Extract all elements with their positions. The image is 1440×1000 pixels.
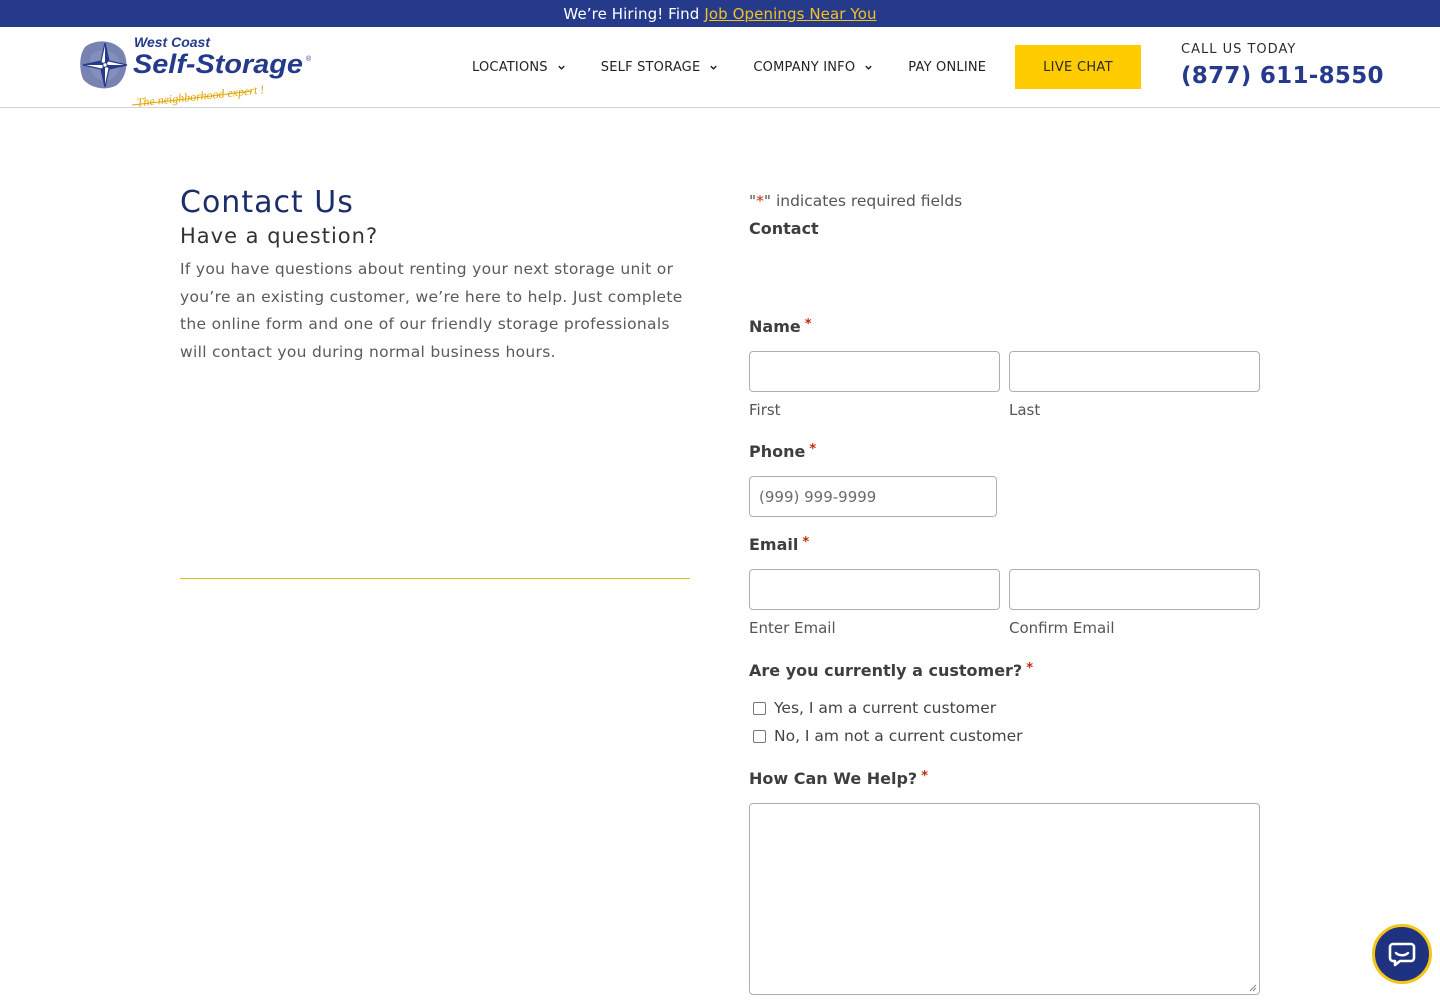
contact-form: "*" indicates required fields Contact Na…	[749, 0, 1261, 1000]
confirm-email-input[interactable]	[1009, 569, 1260, 610]
name-label: Name *	[749, 317, 812, 336]
intro-paragraph: If you have questions about renting your…	[180, 260, 683, 361]
hiring-banner-text: We’re Hiring! Find	[563, 4, 700, 23]
required-note-text: " indicates required fields	[763, 192, 963, 210]
page-title: Contact Us	[180, 185, 354, 220]
required-star: *	[809, 442, 817, 457]
svg-text:®: ®	[306, 55, 312, 63]
form-title: Contact	[749, 219, 819, 238]
customer-yes-option[interactable]: Yes, I am a current customer	[753, 699, 996, 717]
phone-input[interactable]	[749, 476, 997, 517]
name-label-text: Name	[749, 317, 801, 336]
required-note-star: *	[756, 192, 764, 210]
logo-line2: Self-Storage	[133, 49, 303, 79]
logo[interactable]: West Coast Self-Storage ® The neighborho…	[80, 31, 312, 110]
first-name-input[interactable]	[749, 351, 1000, 392]
nav-self-storage-label: SELF STORAGE	[600, 59, 701, 75]
customer-no-option[interactable]: No, I am not a current customer	[753, 727, 1023, 745]
last-name-sublabel: Last	[1009, 401, 1041, 419]
logo-tagline: The neighborhood expert !	[136, 82, 265, 107]
last-name-input[interactable]	[1009, 351, 1260, 392]
enter-email-sublabel: Enter Email	[749, 619, 836, 637]
customer-question-label: Are you currently a customer? *	[749, 661, 1033, 680]
phone-label-text: Phone	[749, 442, 806, 461]
email-label-text: Email	[749, 535, 799, 554]
help-textarea[interactable]	[749, 803, 1260, 995]
nav-locations-label: LOCATIONS	[472, 59, 548, 75]
chat-widget-button[interactable]	[1372, 924, 1432, 984]
nav-locations[interactable]: LOCATIONS	[472, 60, 566, 75]
confirm-email-sublabel: Confirm Email	[1009, 619, 1115, 637]
required-star: *	[802, 535, 810, 550]
intro-section: Contact Us Have a question? If you have …	[180, 185, 690, 366]
chat-bubble-icon	[1388, 942, 1416, 967]
chevron-down-icon	[710, 65, 718, 70]
required-star: *	[921, 769, 929, 784]
email-input[interactable]	[749, 569, 1000, 610]
divider	[180, 578, 690, 579]
nav-self-storage[interactable]: SELF STORAGE	[601, 60, 719, 75]
help-label-text: How Can We Help?	[749, 769, 918, 788]
customer-question-text: Are you currently a customer?	[749, 661, 1023, 680]
resize-grip-icon[interactable]	[1248, 983, 1257, 992]
chevron-down-icon	[558, 65, 565, 70]
customer-yes-label: Yes, I am a current customer	[774, 699, 997, 717]
required-fields-note: "*" indicates required fields	[749, 192, 962, 210]
page-subtitle: Have a question?	[180, 224, 379, 248]
checkbox-no[interactable]	[753, 729, 766, 743]
logo-line1: West Coast	[134, 34, 211, 50]
required-star: *	[804, 317, 812, 332]
checkbox-yes[interactable]	[753, 701, 766, 715]
phone-label: Phone *	[749, 442, 816, 461]
required-star: *	[1026, 661, 1034, 676]
first-name-sublabel: First	[749, 401, 781, 419]
logo-graphic: West Coast Self-Storage ® The neighborho…	[80, 34, 312, 110]
help-label: How Can We Help? *	[749, 769, 928, 788]
customer-no-label: No, I am not a current customer	[774, 727, 1023, 745]
email-label: Email *	[749, 535, 809, 554]
